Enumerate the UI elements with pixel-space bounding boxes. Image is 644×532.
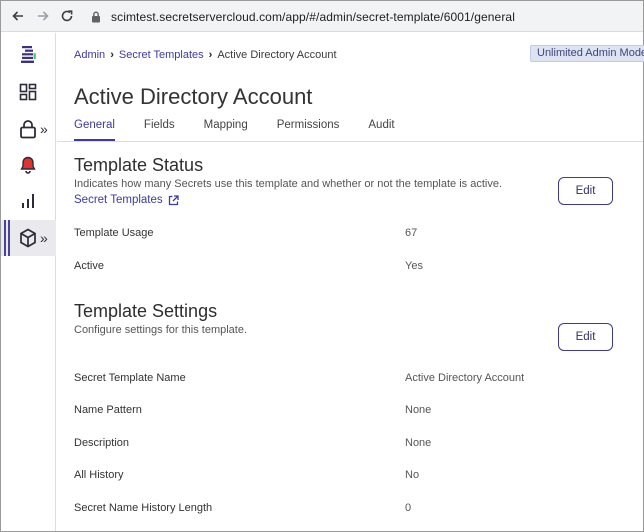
active-value: Yes bbox=[405, 260, 423, 272]
secret-name-history-length-label: Secret Name History Length bbox=[74, 502, 213, 514]
bar-chart-icon bbox=[18, 191, 38, 211]
reload-icon[interactable] bbox=[58, 7, 76, 25]
padlock-icon bbox=[89, 10, 103, 24]
address-bar[interactable]: scimtest.secretservercloud.com/app/#/adm… bbox=[83, 5, 639, 29]
forward-arrow-icon[interactable] bbox=[34, 7, 52, 25]
rail-item-notifications[interactable] bbox=[1, 147, 56, 183]
main-content: Admin › Secret Templates › Active Direct… bbox=[57, 33, 644, 531]
active-label: Active bbox=[74, 260, 104, 272]
description-label: Description bbox=[74, 437, 130, 449]
template-usage-label: Template Usage bbox=[74, 227, 154, 239]
template-usage-value: 67 bbox=[405, 227, 418, 239]
back-arrow-icon[interactable] bbox=[9, 7, 27, 25]
settings-edit-button[interactable]: Edit bbox=[558, 323, 613, 351]
bell-icon bbox=[18, 155, 38, 175]
settings-section-title: Template Settings bbox=[74, 301, 218, 321]
expand-chevron-icon[interactable]: » bbox=[40, 231, 48, 245]
name-pattern-label: Name Pattern bbox=[74, 404, 142, 416]
description-value: None bbox=[405, 437, 432, 449]
settings-section-description: Configure settings for this template. bbox=[74, 324, 248, 336]
rail-item-dashboard[interactable] bbox=[1, 74, 56, 110]
tab-audit[interactable]: Audit bbox=[368, 119, 394, 141]
logo-icon bbox=[18, 45, 38, 65]
status-section-description: Indicates how many Secrets use this temp… bbox=[74, 178, 503, 190]
lock-icon bbox=[18, 119, 38, 139]
rail-item-secrets[interactable]: » bbox=[1, 111, 56, 147]
admin-mode-badge: Unlimited Admin Mode bbox=[530, 45, 644, 62]
url-text: scimtest.secretservercloud.com/app/#/adm… bbox=[111, 10, 515, 24]
breadcrumb-separator-icon: › bbox=[208, 49, 213, 61]
tab-permissions[interactable]: Permissions bbox=[277, 119, 340, 141]
expand-chevron-icon[interactable]: » bbox=[40, 122, 48, 136]
rail-item-reports[interactable] bbox=[1, 183, 56, 219]
tab-mapping[interactable]: Mapping bbox=[204, 119, 248, 141]
rail-item-home[interactable] bbox=[1, 37, 56, 73]
tab-general[interactable]: General bbox=[74, 119, 115, 141]
dashboard-icon bbox=[18, 82, 38, 102]
secret-template-name-value: Active Directory Account bbox=[405, 372, 525, 384]
rail-item-admin[interactable]: » bbox=[1, 220, 56, 256]
tab-bar: General Fields Mapping Permissions Audit bbox=[74, 119, 424, 141]
page-title: Active Directory Account bbox=[74, 84, 313, 109]
browser-toolbar: scimtest.secretservercloud.com/app/#/adm… bbox=[1, 1, 643, 32]
tab-fields[interactable]: Fields bbox=[144, 119, 175, 141]
secret-name-history-length-value: 0 bbox=[405, 502, 412, 514]
breadcrumb-current: Active Directory Account bbox=[217, 49, 337, 61]
breadcrumb: Admin › Secret Templates › Active Direct… bbox=[74, 49, 337, 61]
secret-templates-link[interactable]: Secret Templates bbox=[74, 194, 179, 206]
secret-template-name-label: Secret Template Name bbox=[74, 372, 186, 384]
secret-templates-link-label: Secret Templates bbox=[74, 194, 163, 206]
name-pattern-value: None bbox=[405, 404, 432, 416]
cube-icon bbox=[18, 228, 38, 248]
nav-rail: » » bbox=[1, 33, 56, 531]
all-history-value: No bbox=[405, 469, 420, 481]
tab-divider bbox=[57, 141, 643, 142]
status-edit-button[interactable]: Edit bbox=[558, 177, 613, 205]
external-link-icon bbox=[168, 194, 179, 206]
status-section-title: Template Status bbox=[74, 155, 204, 175]
breadcrumb-separator-icon: › bbox=[110, 49, 114, 61]
breadcrumb-admin[interactable]: Admin bbox=[74, 49, 105, 61]
all-history-label: All History bbox=[74, 469, 124, 481]
breadcrumb-secret-templates[interactable]: Secret Templates bbox=[119, 49, 204, 61]
